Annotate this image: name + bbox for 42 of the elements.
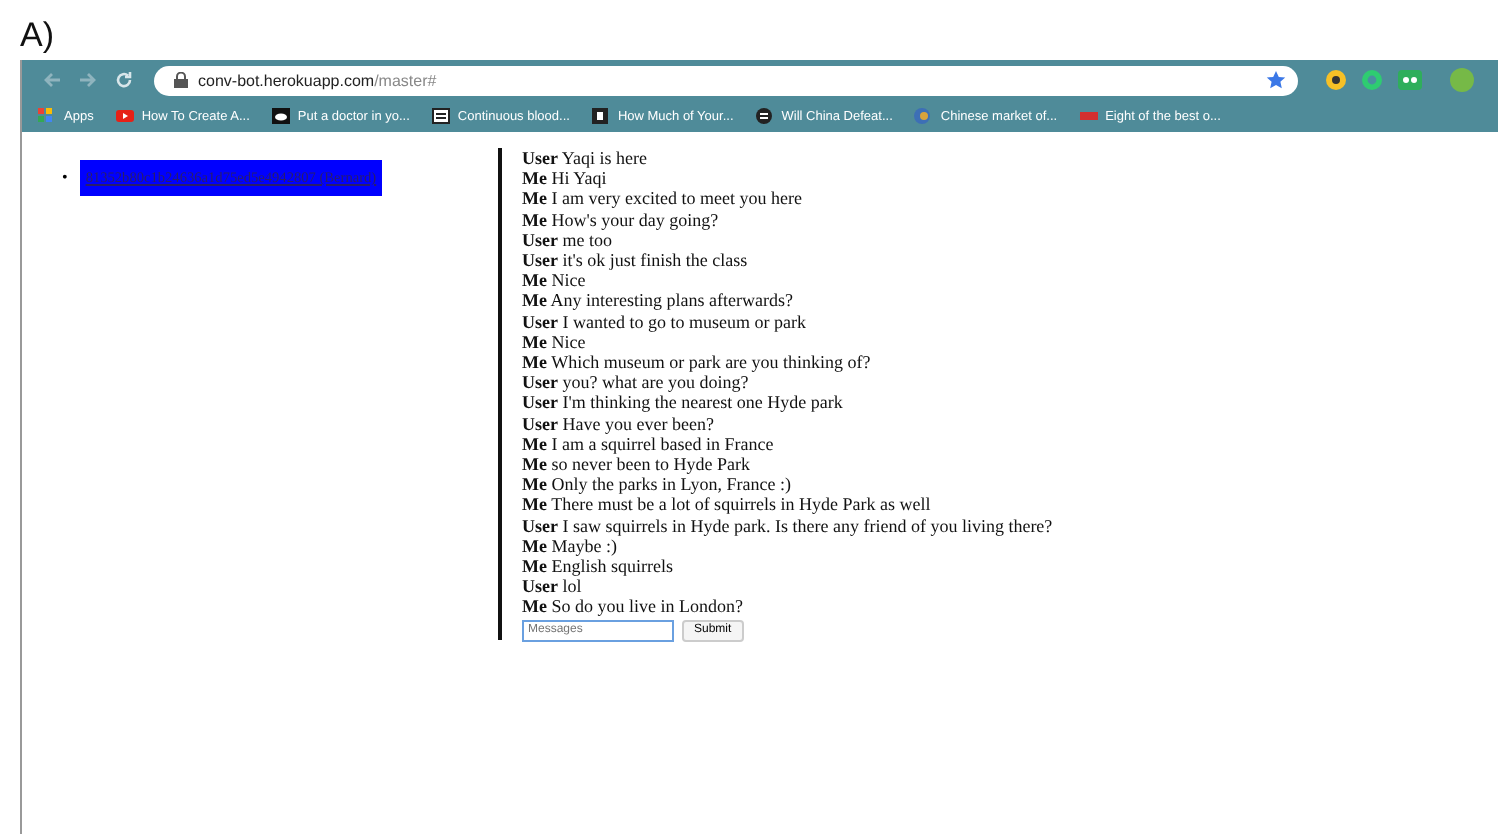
- chat-message: Me Any interesting plans afterwards?: [522, 290, 795, 312]
- url-text: conv-bot.herokuapp.com/master#: [198, 71, 437, 89]
- chat-message: Me How's your day going?: [522, 209, 721, 230]
- chat-message: User me too: [522, 229, 612, 251]
- chat-message: User Have you ever been?: [522, 413, 716, 434]
- chat-message: Me Which museum or park are you thinking of?: [522, 352, 873, 373]
- play-icon: [115, 108, 134, 124]
- chat-message: User I saw squirrels in Hyde park. Is there any friend of you living there?: [522, 515, 1053, 536]
- apps-icon: [38, 108, 56, 124]
- chat-message: Me Only the parks in Lyon, France :): [522, 474, 793, 495]
- forward-icon[interactable]: [78, 70, 98, 90]
- chat-message: Me English squirrels: [522, 556, 675, 577]
- square-icon: [591, 108, 610, 124]
- star-icon[interactable]: [1266, 70, 1286, 90]
- chat-message: User lol: [522, 576, 584, 597]
- circle-icon: [755, 108, 774, 124]
- lock-icon: [174, 72, 188, 88]
- chat-message: Me Nice: [522, 270, 588, 291]
- flag-icon: [1079, 108, 1098, 124]
- chat-message: Me so never been to Hyde Park: [522, 454, 752, 475]
- avatar-icon[interactable]: [1450, 68, 1474, 92]
- chat-message: Me Maybe :): [522, 535, 617, 557]
- reload-icon[interactable]: [114, 70, 134, 90]
- bullet: •: [62, 166, 68, 190]
- chat-message: User it's ok just finish the class: [522, 250, 750, 271]
- chat-message: Me So do you live in London?: [522, 596, 745, 618]
- chat-message: Me I am very excited to meet you here: [522, 188, 804, 210]
- document-icon: [431, 108, 450, 124]
- chat-message: Me There must be a lot of squirrels in Hyde Park as well: [522, 494, 933, 516]
- chat-message: Me Nice: [522, 331, 588, 353]
- globe-icon: [914, 108, 933, 124]
- chat-message: Me Hi Yaqi: [522, 168, 609, 189]
- chat-message: User Yaqi is here: [522, 148, 649, 169]
- chat-message: User I wanted to go to museum or park: [522, 311, 808, 332]
- panel-label: A): [18, 16, 56, 58]
- extension-icon[interactable]: [1398, 70, 1422, 90]
- back-icon[interactable]: [42, 70, 62, 90]
- address-bar[interactable]: conv-bot.herokuapp.com/master#: [154, 65, 1298, 95]
- cloud-icon: [271, 108, 290, 124]
- chat-message: Me I am a squirrel based in France: [522, 433, 776, 455]
- chat-message: User you? what are you doing?: [522, 372, 751, 393]
- chat-message: User I'm thinking the nearest one Hyde park: [522, 392, 845, 414]
